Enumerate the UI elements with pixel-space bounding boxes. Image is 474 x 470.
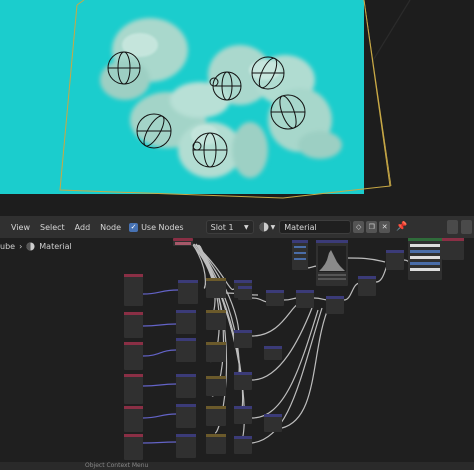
mapping-nodes[interactable] (176, 280, 198, 458)
sidebar-toggle-icon[interactable] (461, 220, 472, 234)
breadcrumb-material: Material (39, 241, 72, 251)
image-texture-node[interactable] (173, 238, 193, 246)
color-ramp-node[interactable] (316, 240, 348, 286)
checkmark-icon[interactable]: ✓ (129, 222, 139, 232)
converter-node[interactable] (292, 240, 308, 270)
texture-coordinate-nodes[interactable] (124, 274, 143, 460)
material-output-node[interactable] (442, 238, 464, 260)
material-sphere-icon (26, 241, 35, 251)
node-editor-canvas[interactable] (0, 238, 474, 462)
duplicate-icon[interactable]: ❐ (366, 221, 378, 233)
material-name-field[interactable]: Material (279, 220, 352, 234)
volume-shader-node[interactable] (408, 238, 442, 280)
slot-value: Slot 1 (210, 222, 234, 232)
header-right-tools (447, 220, 472, 234)
use-nodes-toggle[interactable]: ✓ Use Nodes (129, 222, 184, 232)
force-field-gizmo[interactable] (270, 94, 306, 130)
pin-icon[interactable]: 📌 (396, 222, 407, 232)
overlay-icon[interactable] (447, 220, 458, 234)
fake-user-shield-icon[interactable]: ◇ (353, 221, 365, 233)
slot-select[interactable]: Slot 1 ▼ (205, 220, 254, 234)
menu-node[interactable]: Node (95, 223, 126, 232)
breadcrumb-object: ube (0, 241, 16, 251)
close-icon[interactable]: ✕ (379, 221, 391, 233)
material-sphere-icon (259, 222, 269, 232)
menu-select[interactable]: Select (35, 223, 70, 232)
chevron-down-icon: ▼ (270, 223, 276, 231)
use-nodes-label: Use Nodes (141, 222, 184, 232)
breadcrumb: ube › Material (0, 239, 72, 253)
material-browse[interactable]: ▼ (259, 222, 276, 232)
status-bar: Object Context Menu (0, 462, 474, 470)
menu-view[interactable]: View (6, 223, 35, 232)
chevron-down-icon: ▼ (243, 223, 249, 231)
node-editor-header: View Select Add Node ✓ Use Nodes Slot 1 … (0, 216, 474, 239)
context-menu-hint: Object Context Menu (85, 462, 149, 469)
menu-add[interactable]: Add (70, 223, 96, 232)
chevron-right-icon: › (19, 241, 23, 251)
viewport-3d[interactable] (0, 0, 474, 216)
